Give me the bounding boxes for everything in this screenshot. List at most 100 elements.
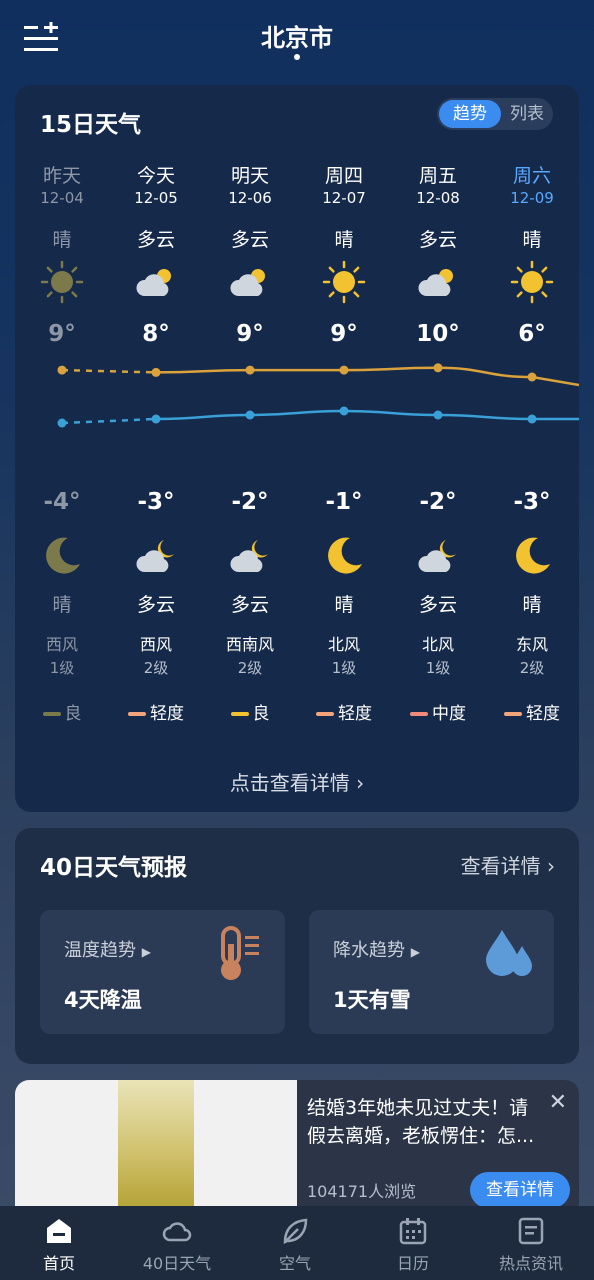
precipitation-trend-tile[interactable]: 降水趋势 ▶ 1天有雪 bbox=[309, 910, 554, 1034]
air-quality-label: 良 bbox=[252, 704, 270, 724]
wind-level: 1级 bbox=[331, 659, 357, 677]
home-icon bbox=[47, 1219, 71, 1243]
caret-right-icon: ▶ bbox=[410, 945, 420, 959]
air-quality-label: 轻度 bbox=[526, 704, 560, 724]
moon-icon bbox=[510, 534, 554, 578]
tab-forty-day[interactable]: 40日天气 bbox=[118, 1206, 236, 1280]
high-temp-point bbox=[57, 365, 67, 375]
night-weather: 晴 bbox=[334, 594, 354, 616]
bottom-tab-bar: 首页 40日天气 空气 日历 热点资讯 bbox=[0, 1206, 594, 1280]
air-quality-bar bbox=[128, 712, 146, 716]
low-temp: -2° bbox=[231, 489, 269, 515]
tab-home[interactable]: 首页 bbox=[0, 1206, 118, 1280]
high-temp-point bbox=[527, 372, 537, 382]
air-quality: 轻度 bbox=[109, 699, 203, 724]
news-ad-card[interactable]: 结婚3年她未见过丈夫！请假去离婚，老板愣住：怎... ✕ 104171人浏览 查… bbox=[15, 1080, 579, 1206]
temperature-trend-value: 4天降温 bbox=[64, 988, 142, 1012]
air-quality-bar bbox=[410, 712, 428, 716]
low-temp-point bbox=[57, 418, 67, 428]
air-quality-bar bbox=[316, 712, 334, 716]
low-temp-line bbox=[155, 409, 579, 421]
air-quality: 轻度 bbox=[485, 699, 579, 724]
air-quality: 良 bbox=[15, 699, 109, 724]
low-temp: -4° bbox=[43, 489, 81, 515]
night-weather: 晴 bbox=[522, 594, 542, 616]
low-temp-point bbox=[245, 410, 255, 420]
precipitation-trend-label: 降水趋势 bbox=[333, 940, 405, 961]
air-quality-label: 轻度 bbox=[338, 704, 372, 724]
high-temp-line bbox=[155, 366, 579, 387]
precipitation-trend-value: 1天有雪 bbox=[333, 988, 411, 1012]
cloudy-night-icon bbox=[134, 534, 178, 578]
low-temp: -2° bbox=[419, 489, 457, 515]
wind-direction: 东风 bbox=[515, 635, 548, 654]
fifteen-day-detail-link[interactable]: 点击查看详情 › bbox=[15, 767, 579, 796]
calendar-icon bbox=[399, 1218, 427, 1245]
raindrops-icon bbox=[486, 930, 532, 976]
page-indicator-dot bbox=[294, 54, 300, 60]
low-temp-past-segment bbox=[61, 417, 157, 425]
low-temp: -1° bbox=[325, 489, 363, 515]
low-temp-point bbox=[527, 414, 537, 424]
low-temp: -3° bbox=[137, 489, 175, 515]
ad-view-count: 104171人浏览 bbox=[307, 1182, 417, 1201]
leaf-icon bbox=[283, 1218, 308, 1245]
moon-icon bbox=[40, 534, 84, 578]
ad-image bbox=[118, 1080, 194, 1206]
forty-day-more-link[interactable]: 查看详情 › bbox=[461, 850, 555, 879]
cloudy-night-icon bbox=[416, 534, 460, 578]
air-quality-bar bbox=[504, 712, 522, 716]
cloudy-night-icon bbox=[228, 534, 272, 578]
air-quality-label: 轻度 bbox=[150, 704, 184, 724]
high-temp-point bbox=[339, 365, 349, 375]
cloud-icon bbox=[162, 1222, 192, 1242]
forty-day-card: 40日天气预报 查看详情 › 温度趋势 ▶ 4天降温 降水趋势 ▶ 1天有雪 bbox=[15, 828, 579, 1064]
chevron-right-icon: › bbox=[547, 854, 555, 878]
moon-icon bbox=[322, 534, 366, 578]
low-temp-point bbox=[339, 406, 349, 416]
caret-right-icon: ▶ bbox=[141, 945, 151, 959]
air-quality-bar bbox=[230, 712, 249, 716]
wind-direction: 北风 bbox=[327, 635, 360, 654]
fifteen-day-card: 15日天气 趋势 列表 昨天 12-04 晴 9° -4° 晴 西风 1级 良 … bbox=[15, 85, 579, 812]
news-icon bbox=[518, 1217, 544, 1245]
tab-air[interactable]: 空气 bbox=[236, 1206, 354, 1280]
temperature-trend-chart bbox=[57, 363, 579, 428]
forty-day-title: 40日天气预报 bbox=[40, 855, 188, 881]
low-temp-point bbox=[151, 414, 161, 424]
night-weather: 晴 bbox=[52, 594, 72, 616]
air-quality-label: 良 bbox=[64, 704, 82, 724]
wind-direction: 西南风 bbox=[225, 635, 274, 654]
ad-title[interactable]: 结婚3年她未见过丈夫！请假去离婚，老板愣住：怎... bbox=[307, 1094, 547, 1150]
ad-thumbnail[interactable] bbox=[15, 1080, 297, 1206]
night-weather: 多云 bbox=[418, 594, 457, 616]
wind-level: 2级 bbox=[519, 659, 545, 677]
tab-calendar[interactable]: 日历 bbox=[354, 1206, 472, 1280]
air-quality: 中度 bbox=[391, 699, 485, 724]
night-weather: 多云 bbox=[136, 594, 175, 616]
high-temp-point bbox=[151, 367, 161, 377]
night-weather: 多云 bbox=[230, 594, 269, 616]
high-temp-point bbox=[245, 365, 255, 375]
city-name[interactable]: 北京市 bbox=[0, 18, 594, 53]
low-temp-point bbox=[433, 410, 443, 420]
wind-level: 2级 bbox=[143, 659, 169, 677]
wind-direction: 北风 bbox=[421, 635, 454, 654]
low-temp: -3° bbox=[513, 489, 551, 515]
temperature-trend-label: 温度趋势 bbox=[64, 940, 136, 961]
chevron-right-icon: › bbox=[356, 771, 365, 795]
temperature-trend-tile[interactable]: 温度趋势 ▶ 4天降温 bbox=[40, 910, 285, 1034]
wind-direction: 西风 bbox=[139, 635, 172, 654]
air-quality-bar bbox=[42, 712, 61, 716]
air-quality: 轻度 bbox=[297, 699, 391, 724]
air-quality: 良 bbox=[203, 699, 297, 724]
high-temp-past-segment bbox=[61, 368, 157, 374]
close-icon[interactable]: ✕ bbox=[549, 1090, 567, 1115]
tab-hot-news[interactable]: 热点资讯 bbox=[472, 1206, 590, 1280]
ad-detail-button[interactable]: 查看详情 bbox=[470, 1172, 570, 1206]
wind-level: 1级 bbox=[49, 659, 75, 677]
top-bar: 北京市 bbox=[0, 0, 594, 80]
thermometer-icon bbox=[221, 926, 259, 980]
air-quality-label: 中度 bbox=[432, 704, 466, 724]
wind-direction: 西风 bbox=[45, 635, 78, 654]
